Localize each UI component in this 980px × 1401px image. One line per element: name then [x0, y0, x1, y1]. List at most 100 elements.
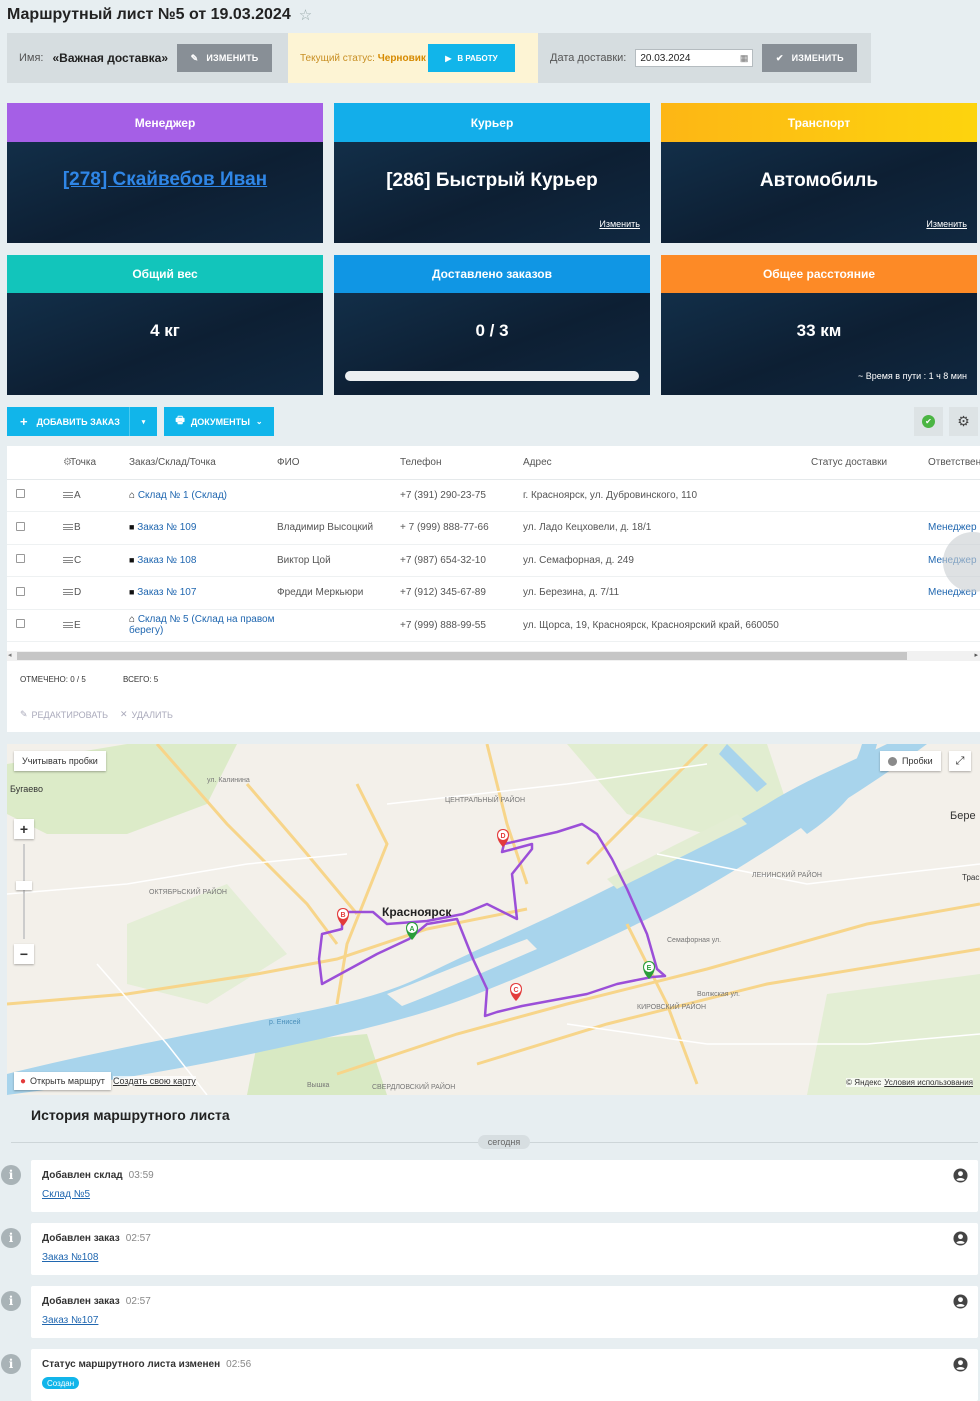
drag-handle-icon[interactable]: [63, 621, 73, 628]
history-item-link[interactable]: Заказ №107: [42, 1315, 98, 1326]
orders-table: ⚙ Точка Заказ/Склад/Точка ФИО Телефон Ад…: [7, 446, 980, 732]
zoom-slider[interactable]: [23, 844, 25, 939]
history-item-title: Добавлен заказ 02:57: [42, 1296, 151, 1307]
route-map[interactable]: A B C D E Бугаево Бере Трас ЦЕНТРАЛЬНЫЙ …: [7, 744, 980, 1095]
history-item-link[interactable]: Заказ №108: [42, 1252, 98, 1263]
traffic-light-icon: [888, 756, 897, 766]
history-item: Статус маршрутного листа изменен 02:56 Соз…: [31, 1349, 978, 1401]
chevron-down-icon: ⌄: [255, 417, 263, 426]
dropdown-arrow-icon[interactable]: ▾: [129, 407, 157, 436]
cell-order[interactable]: ⌂ Склад № 5 (Склад на правом берегу): [129, 609, 277, 642]
delivery-date-input[interactable]: 20.03.2024 ▦: [635, 49, 754, 67]
drag-handle-icon[interactable]: [63, 556, 73, 563]
col-name[interactable]: ФИО: [277, 446, 400, 480]
warehouse-icon: ⌂: [129, 489, 136, 501]
drag-handle-icon[interactable]: [63, 524, 73, 531]
user-icon[interactable]: [953, 1168, 968, 1186]
col-order[interactable]: Заказ/Склад/Точка: [129, 446, 277, 480]
weight-card-header: Общий вес: [7, 255, 323, 293]
delete-action[interactable]: ✕ Удалить: [120, 709, 173, 720]
to-work-button[interactable]: ▶ В работу: [427, 44, 515, 72]
scroll-left-icon[interactable]: ◂: [8, 651, 12, 659]
star-icon[interactable]: ☆: [299, 6, 312, 24]
create-map-link[interactable]: Создать свою карту: [113, 1076, 196, 1086]
history-item-time: 02:57: [125, 1296, 151, 1307]
drag-handle-icon[interactable]: [63, 491, 73, 498]
status-badge: Создан: [42, 1377, 80, 1389]
table-row[interactable]: B ■ Заказ № 109 Владимир Высоцкий + 7 (999)…: [7, 511, 980, 545]
delivered-card: Доставлено заказов 0 / 3: [334, 255, 650, 395]
zoom-slider-handle[interactable]: [16, 881, 32, 890]
table-row[interactable]: C ■ Заказ № 108 Виктор Цой +7 (987) 654-32-…: [7, 544, 980, 577]
change-name-button[interactable]: ✎ Изменить: [177, 44, 273, 72]
change-date-button[interactable]: ✔ Изменить: [762, 44, 858, 72]
page-title: Маршрутный лист №5 от 19.03.2024: [7, 6, 291, 23]
map-canvas[interactable]: A B C D E Бугаево Бере Трас ЦЕНТРАЛЬНЫЙ …: [7, 744, 980, 1095]
info-icon: i: [1, 1165, 21, 1185]
fullscreen-icon[interactable]: ⤢: [949, 751, 971, 771]
cell-responsible[interactable]: [928, 479, 980, 512]
column-settings-icon[interactable]: ⚙: [47, 446, 72, 480]
col-phone[interactable]: Телефон: [400, 446, 523, 480]
cell-order[interactable]: ■ Заказ № 109: [129, 511, 277, 545]
documents-button[interactable]: 🖶 Документы ⌄: [164, 407, 274, 436]
drag-handle-icon[interactable]: [63, 589, 73, 596]
user-icon[interactable]: [953, 1231, 968, 1249]
table-row[interactable]: D ■ Заказ № 107 Фредди Меркьюри +7 (912) 34…: [7, 576, 980, 610]
terms-link[interactable]: Условия использования: [884, 1078, 973, 1087]
status-label: Текущий статус: Черновик: [300, 52, 426, 64]
courier-value: [286] Быстрый Курьер: [386, 170, 598, 191]
history-item-link[interactable]: Склад №5: [42, 1189, 90, 1200]
col-status[interactable]: Статус доставки: [811, 446, 928, 480]
table-row[interactable]: A ⌂ Склад № 1 (Склад) +7 (391) 290-23-75 г.…: [7, 479, 980, 512]
cell-phone: +7 (987) 654-32-10: [400, 544, 523, 577]
svg-text:C: C: [513, 987, 518, 994]
user-icon[interactable]: [953, 1294, 968, 1312]
zoom-in-button[interactable]: +: [14, 819, 34, 839]
user-icon[interactable]: [953, 1357, 968, 1375]
traffic-consider-toggle[interactable]: Учитывать пробки: [14, 751, 106, 771]
map-city-label: Красноярск: [382, 905, 452, 919]
col-responsible[interactable]: Ответствен: [928, 446, 980, 480]
cell-responsible[interactable]: [928, 609, 980, 642]
row-checkbox[interactable]: [15, 521, 25, 531]
add-order-button[interactable]: + Добавить заказ ▾: [7, 407, 157, 436]
calendar-icon[interactable]: ▦: [740, 53, 749, 64]
confirm-button[interactable]: ✔: [914, 407, 943, 436]
cell-status: [811, 576, 928, 610]
svg-text:D: D: [500, 833, 505, 840]
settings-button[interactable]: ⚙: [949, 407, 978, 436]
change-courier-link[interactable]: Изменить: [599, 219, 640, 229]
traffic-button[interactable]: Пробки: [880, 751, 941, 771]
col-point[interactable]: Точка: [70, 446, 129, 480]
table-row[interactable]: E ⌂ Склад № 5 (Склад на правом берегу) +7 …: [7, 609, 980, 642]
cell-point: A: [70, 479, 129, 512]
gear-icon: ⚙: [957, 413, 970, 429]
svg-text:E: E: [647, 965, 652, 972]
cell-fio: Фредди Меркьюри: [277, 576, 400, 610]
cell-order[interactable]: ⌂ Склад № 1 (Склад): [129, 479, 277, 512]
scroll-right-icon[interactable]: ▸: [974, 651, 978, 659]
change-transport-link[interactable]: Изменить: [926, 219, 967, 229]
play-icon: ▶: [445, 53, 452, 63]
cell-order[interactable]: ■ Заказ № 107: [129, 576, 277, 610]
status-section: Текущий статус: Черновик ▶ В работу: [288, 33, 538, 83]
cell-order[interactable]: ■ Заказ № 108: [129, 544, 277, 577]
open-route-button[interactable]: ● Открыть маршрут: [14, 1072, 111, 1090]
row-checkbox[interactable]: [15, 489, 25, 499]
map-copyright: © Яндекс Условия использования: [846, 1078, 973, 1087]
transport-card-header: Транспорт: [661, 103, 977, 142]
col-address[interactable]: Адрес: [523, 446, 811, 480]
svg-text:B: B: [340, 912, 345, 919]
horizontal-scrollbar[interactable]: ◂ ▸: [7, 651, 980, 661]
edit-action[interactable]: ✎ Редактировать: [20, 709, 108, 720]
manager-link[interactable]: [278] Скайвебов Иван: [7, 169, 323, 191]
scrollbar-thumb[interactable]: [17, 652, 907, 660]
history-item: Добавлен заказ 02:57 Заказ №107: [31, 1286, 978, 1338]
courier-card: Курьер [286] Быстрый Курьер Изменить: [334, 103, 650, 243]
row-checkbox[interactable]: [15, 619, 25, 629]
zoom-out-button[interactable]: −: [14, 944, 34, 964]
bag-icon: ■: [129, 554, 135, 565]
row-checkbox[interactable]: [15, 586, 25, 596]
row-checkbox[interactable]: [15, 554, 25, 564]
